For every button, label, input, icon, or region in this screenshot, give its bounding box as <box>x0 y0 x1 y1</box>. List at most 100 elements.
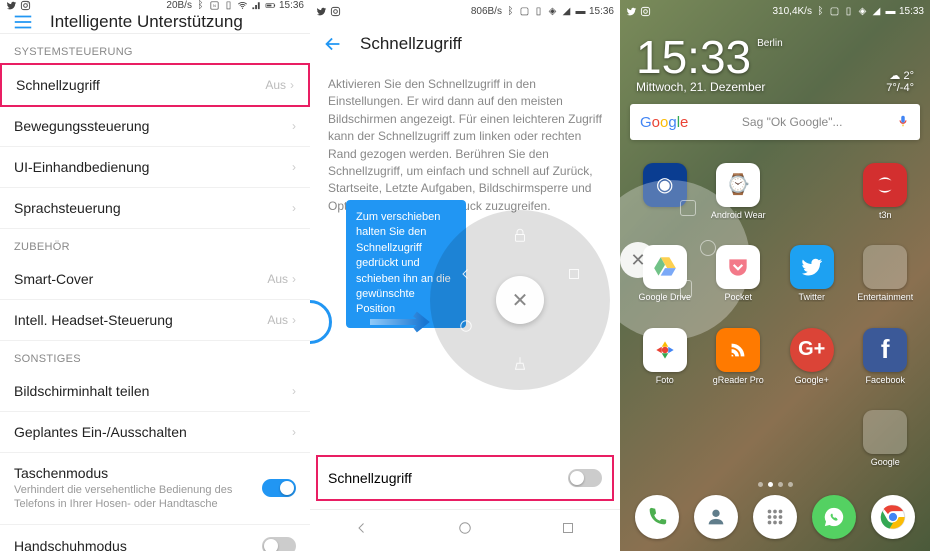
chevron-right-icon: › <box>292 119 296 133</box>
app-android-wear[interactable]: ⌚Android Wear <box>702 150 776 233</box>
nav-bar <box>310 509 620 551</box>
toggle-taschenmodus[interactable] <box>262 479 296 497</box>
dock-phone[interactable] <box>635 495 679 539</box>
battery-icon <box>265 0 276 11</box>
app-icon[interactable]: ◉ <box>628 150 702 233</box>
app-googleplus[interactable]: G+Google+ <box>775 315 849 398</box>
google-search-bar[interactable]: Google Sag "Ok Google"... <box>630 104 920 140</box>
vibrate-icon: ▯ <box>223 0 234 11</box>
twitter-icon <box>6 0 17 11</box>
twitter-icon <box>316 6 327 17</box>
app-grid: ◉ ⌚Android Wear t3n Google Drive Pocket … <box>620 146 930 480</box>
app-twitter[interactable]: Twitter <box>775 233 849 316</box>
page-title: Intelligente Unterstützung <box>50 12 243 32</box>
bluetooth-icon: ᛒ <box>815 6 826 17</box>
nav-home-icon[interactable] <box>456 519 474 542</box>
page-title: Schnellzugriff <box>360 34 462 54</box>
status-speed: 806B/s <box>471 6 502 17</box>
chevron-right-icon: › <box>290 78 294 92</box>
status-speed: 310,4K/s <box>772 6 811 17</box>
wifi-icon: ◈ <box>857 6 868 17</box>
dock-whatsapp[interactable] <box>812 495 856 539</box>
search-placeholder: Sag "Ok Google"... <box>742 115 843 129</box>
back-icon[interactable] <box>322 33 344 55</box>
signal-icon: ◢ <box>561 6 572 17</box>
wifi-icon <box>237 0 248 11</box>
dock-chrome[interactable] <box>871 495 915 539</box>
row-schedule[interactable]: Geplantes Ein-/Ausschalten› <box>0 412 310 453</box>
clock-widget[interactable]: 15:33Berlin Mittwoch, 21. Dezember ☁ 2° … <box>620 22 930 98</box>
battery-icon: ▬ <box>575 6 586 17</box>
status-time: 15:36 <box>589 6 614 17</box>
screen-schnellzugriff-detail: 806B/s ᛒ ▢ ▯ ◈ ◢ ▬ 15:36 Schnellzugriff … <box>310 0 620 551</box>
status-bar: 806B/s ᛒ ▢ ▯ ◈ ◢ ▬ 15:36 <box>310 0 620 22</box>
dock-indicator-icon <box>310 300 332 344</box>
nfc-icon: ▢ <box>829 6 840 17</box>
row-schnellzugriff[interactable]: SchnellzugriffAus› <box>0 63 310 107</box>
row-sprach[interactable]: Sprachsteuerung› <box>0 188 310 229</box>
mic-icon[interactable] <box>896 114 910 131</box>
chevron-right-icon: › <box>292 272 296 286</box>
instagram-icon <box>640 6 651 17</box>
screen-settings: 20B/s ᛒ N ▯ 15:36 Intelligente Unterstüt… <box>0 0 310 551</box>
row-share[interactable]: Bildschirminhalt teilen› <box>0 371 310 412</box>
app-t3n[interactable]: t3n <box>849 150 923 233</box>
arrow-icon <box>370 310 440 334</box>
vibrate-icon: ▯ <box>843 6 854 17</box>
broom-icon <box>508 352 532 376</box>
row-smartcover[interactable]: Smart-CoverAus› <box>0 259 310 300</box>
close-icon[interactable]: ✕ <box>496 276 544 324</box>
floating-nav-preview: ✕ <box>430 210 610 390</box>
folder-google[interactable]: Google <box>849 398 923 481</box>
twitter-icon <box>626 6 637 17</box>
nav-back-icon <box>454 262 478 286</box>
instagram-icon <box>330 6 341 17</box>
section-header: SYSTEMSTEUERUNG <box>0 34 310 64</box>
row-glove[interactable]: Handschuhmodus <box>0 525 310 551</box>
nav-recent-icon[interactable] <box>559 519 577 542</box>
header: Schnellzugriff <box>310 22 620 66</box>
chevron-right-icon: › <box>292 160 296 174</box>
row-bewegung[interactable]: Bewegungssteuerung› <box>0 106 310 147</box>
section-header: SONSTIGES <box>0 341 310 371</box>
status-bar: 20B/s ᛒ N ▯ 15:36 <box>0 0 310 11</box>
header: Intelligente Unterstützung <box>0 11 310 34</box>
page-indicator <box>620 480 930 489</box>
section-header: ZUBEHÖR <box>0 229 310 259</box>
row-einhand[interactable]: UI-Einhandbedienung› <box>0 147 310 188</box>
status-speed: 20B/s <box>166 0 192 11</box>
vibrate-icon: ▯ <box>533 6 544 17</box>
nfc-icon: ▢ <box>519 6 530 17</box>
battery-icon: ▬ <box>885 6 896 17</box>
instagram-icon <box>20 0 31 11</box>
app-foto[interactable]: Foto <box>628 315 702 398</box>
bluetooth-icon: ᛒ <box>505 6 516 17</box>
status-time: 15:36 <box>279 0 304 11</box>
nav-recent-icon <box>562 262 586 286</box>
chevron-right-icon: › <box>292 384 296 398</box>
app-drive[interactable]: Google Drive <box>628 233 702 316</box>
screen-home: 310,4K/s ᛒ ▢ ▯ ◈ ◢ ▬ 15:33 15:33Berlin M… <box>620 0 930 551</box>
google-logo: Google <box>640 114 688 131</box>
dock-apps[interactable] <box>753 495 797 539</box>
toggle-schnellzugriff[interactable] <box>568 469 602 487</box>
weather-widget[interactable]: ☁ 2° 7°/-4° <box>886 69 914 94</box>
row-headset[interactable]: Intell. Headset-SteuerungAus› <box>0 300 310 341</box>
folder-entertainment[interactable]: Entertainment <box>849 233 923 316</box>
signal-icon <box>251 0 262 11</box>
app-pocket[interactable]: Pocket <box>702 233 776 316</box>
app-facebook[interactable]: fFacebook <box>849 315 923 398</box>
signal-icon: ◢ <box>871 6 882 17</box>
status-time: 15:33 <box>899 6 924 17</box>
nfc-icon: N <box>209 0 220 11</box>
app-greader[interactable]: gReader Pro <box>702 315 776 398</box>
menu-icon[interactable] <box>12 11 34 33</box>
nav-back-icon[interactable] <box>353 519 371 542</box>
chevron-right-icon: › <box>292 425 296 439</box>
toggle-glove[interactable] <box>262 537 296 551</box>
row-taschenmodus[interactable]: TaschenmodusVerhindert die versehentlich… <box>0 453 310 525</box>
nav-home-icon <box>454 314 478 338</box>
wifi-icon: ◈ <box>547 6 558 17</box>
row-schnellzugriff-toggle[interactable]: Schnellzugriff <box>316 455 614 501</box>
dock-contacts[interactable] <box>694 495 738 539</box>
